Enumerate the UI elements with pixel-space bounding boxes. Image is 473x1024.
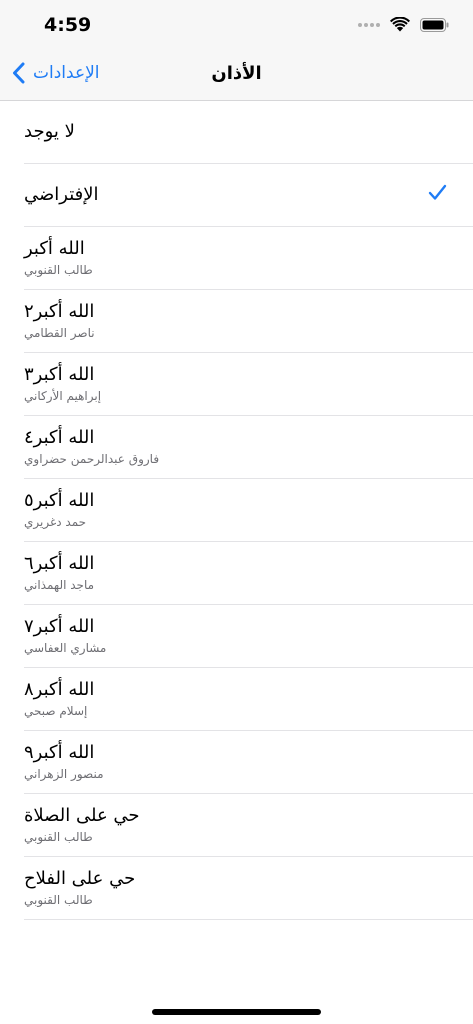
list-item-subtitle: حمد دغريري: [24, 515, 87, 529]
list-item-title: حي على الصلاة: [24, 805, 140, 826]
list-item-subtitle: إبراهيم الأركاني: [24, 389, 102, 403]
checkmark-icon: [428, 184, 447, 200]
list-item-title: الله أكبر٥: [24, 490, 95, 511]
list-item-subtitle: طالب القنوبي: [24, 893, 93, 907]
list-item-title: الله أكبر: [24, 238, 85, 259]
list-item-title: الله أكبر٨: [24, 679, 95, 700]
list-item[interactable]: الله أكبر٦ ماجد الهمذاني: [24, 542, 473, 605]
list-item-subtitle: منصور الزهراني: [24, 767, 104, 781]
list-item[interactable]: الله أكبر٣ إبراهيم الأركاني: [24, 353, 473, 416]
list-item-title: الله أكبر٧: [24, 616, 95, 637]
list-item[interactable]: الله أكبر طالب القنوبي: [24, 227, 473, 290]
status-bar: 4:59: [0, 0, 473, 50]
navigation-bar: الإعدادات الأذان: [0, 50, 473, 101]
battery-icon: [420, 17, 449, 32]
list-item[interactable]: الله أكبر٢ ناصر القطامي: [24, 290, 473, 353]
adhan-sound-list: لا يوجد الإفتراضي الله أكبر طالب القنوبي…: [0, 101, 473, 920]
list-item-title: الإفتراضي: [24, 184, 99, 205]
list-item[interactable]: الله أكبر٧ مشاري العفاسي: [24, 605, 473, 668]
list-item-subtitle: إسلام صبحي: [24, 704, 88, 718]
list-item[interactable]: الله أكبر٩ منصور الزهراني: [24, 731, 473, 794]
home-indicator[interactable]: [152, 1009, 321, 1015]
list-item-subtitle: فاروق عبدالرحمن حضراوي: [24, 452, 160, 466]
list-item-title: الله أكبر٢: [24, 301, 95, 322]
list-item-subtitle: ماجد الهمذاني: [24, 578, 95, 592]
list-item-title: الله أكبر٦: [24, 553, 95, 574]
list-item-title: الله أكبر٣: [24, 364, 95, 385]
cellular-signal-icon: [358, 22, 380, 27]
list-item-title: حي على الفلاح: [24, 868, 136, 889]
list-item[interactable]: الله أكبر٤ فاروق عبدالرحمن حضراوي: [24, 416, 473, 479]
list-item[interactable]: الله أكبر٨ إسلام صبحي: [24, 668, 473, 731]
list-item-subtitle: مشاري العفاسي: [24, 641, 107, 655]
wifi-icon: [390, 17, 410, 32]
list-item-title: الله أكبر٩: [24, 742, 95, 763]
list-item[interactable]: لا يوجد: [24, 101, 473, 164]
list-item[interactable]: حي على الفلاح طالب القنوبي: [24, 857, 473, 920]
status-icons: [358, 17, 449, 32]
list-item[interactable]: حي على الصلاة طالب القنوبي: [24, 794, 473, 857]
list-item[interactable]: الإفتراضي: [24, 164, 473, 227]
list-item[interactable]: الله أكبر٥ حمد دغريري: [24, 479, 473, 542]
list-item-title: الله أكبر٤: [24, 427, 95, 448]
list-item-subtitle: طالب القنوبي: [24, 263, 93, 277]
status-time: 4:59: [44, 14, 92, 36]
page-title: الأذان: [211, 63, 262, 84]
list-item-title: لا يوجد: [24, 121, 75, 142]
list-item-subtitle: ناصر القطامي: [24, 326, 95, 340]
list-item-subtitle: طالب القنوبي: [24, 830, 93, 844]
